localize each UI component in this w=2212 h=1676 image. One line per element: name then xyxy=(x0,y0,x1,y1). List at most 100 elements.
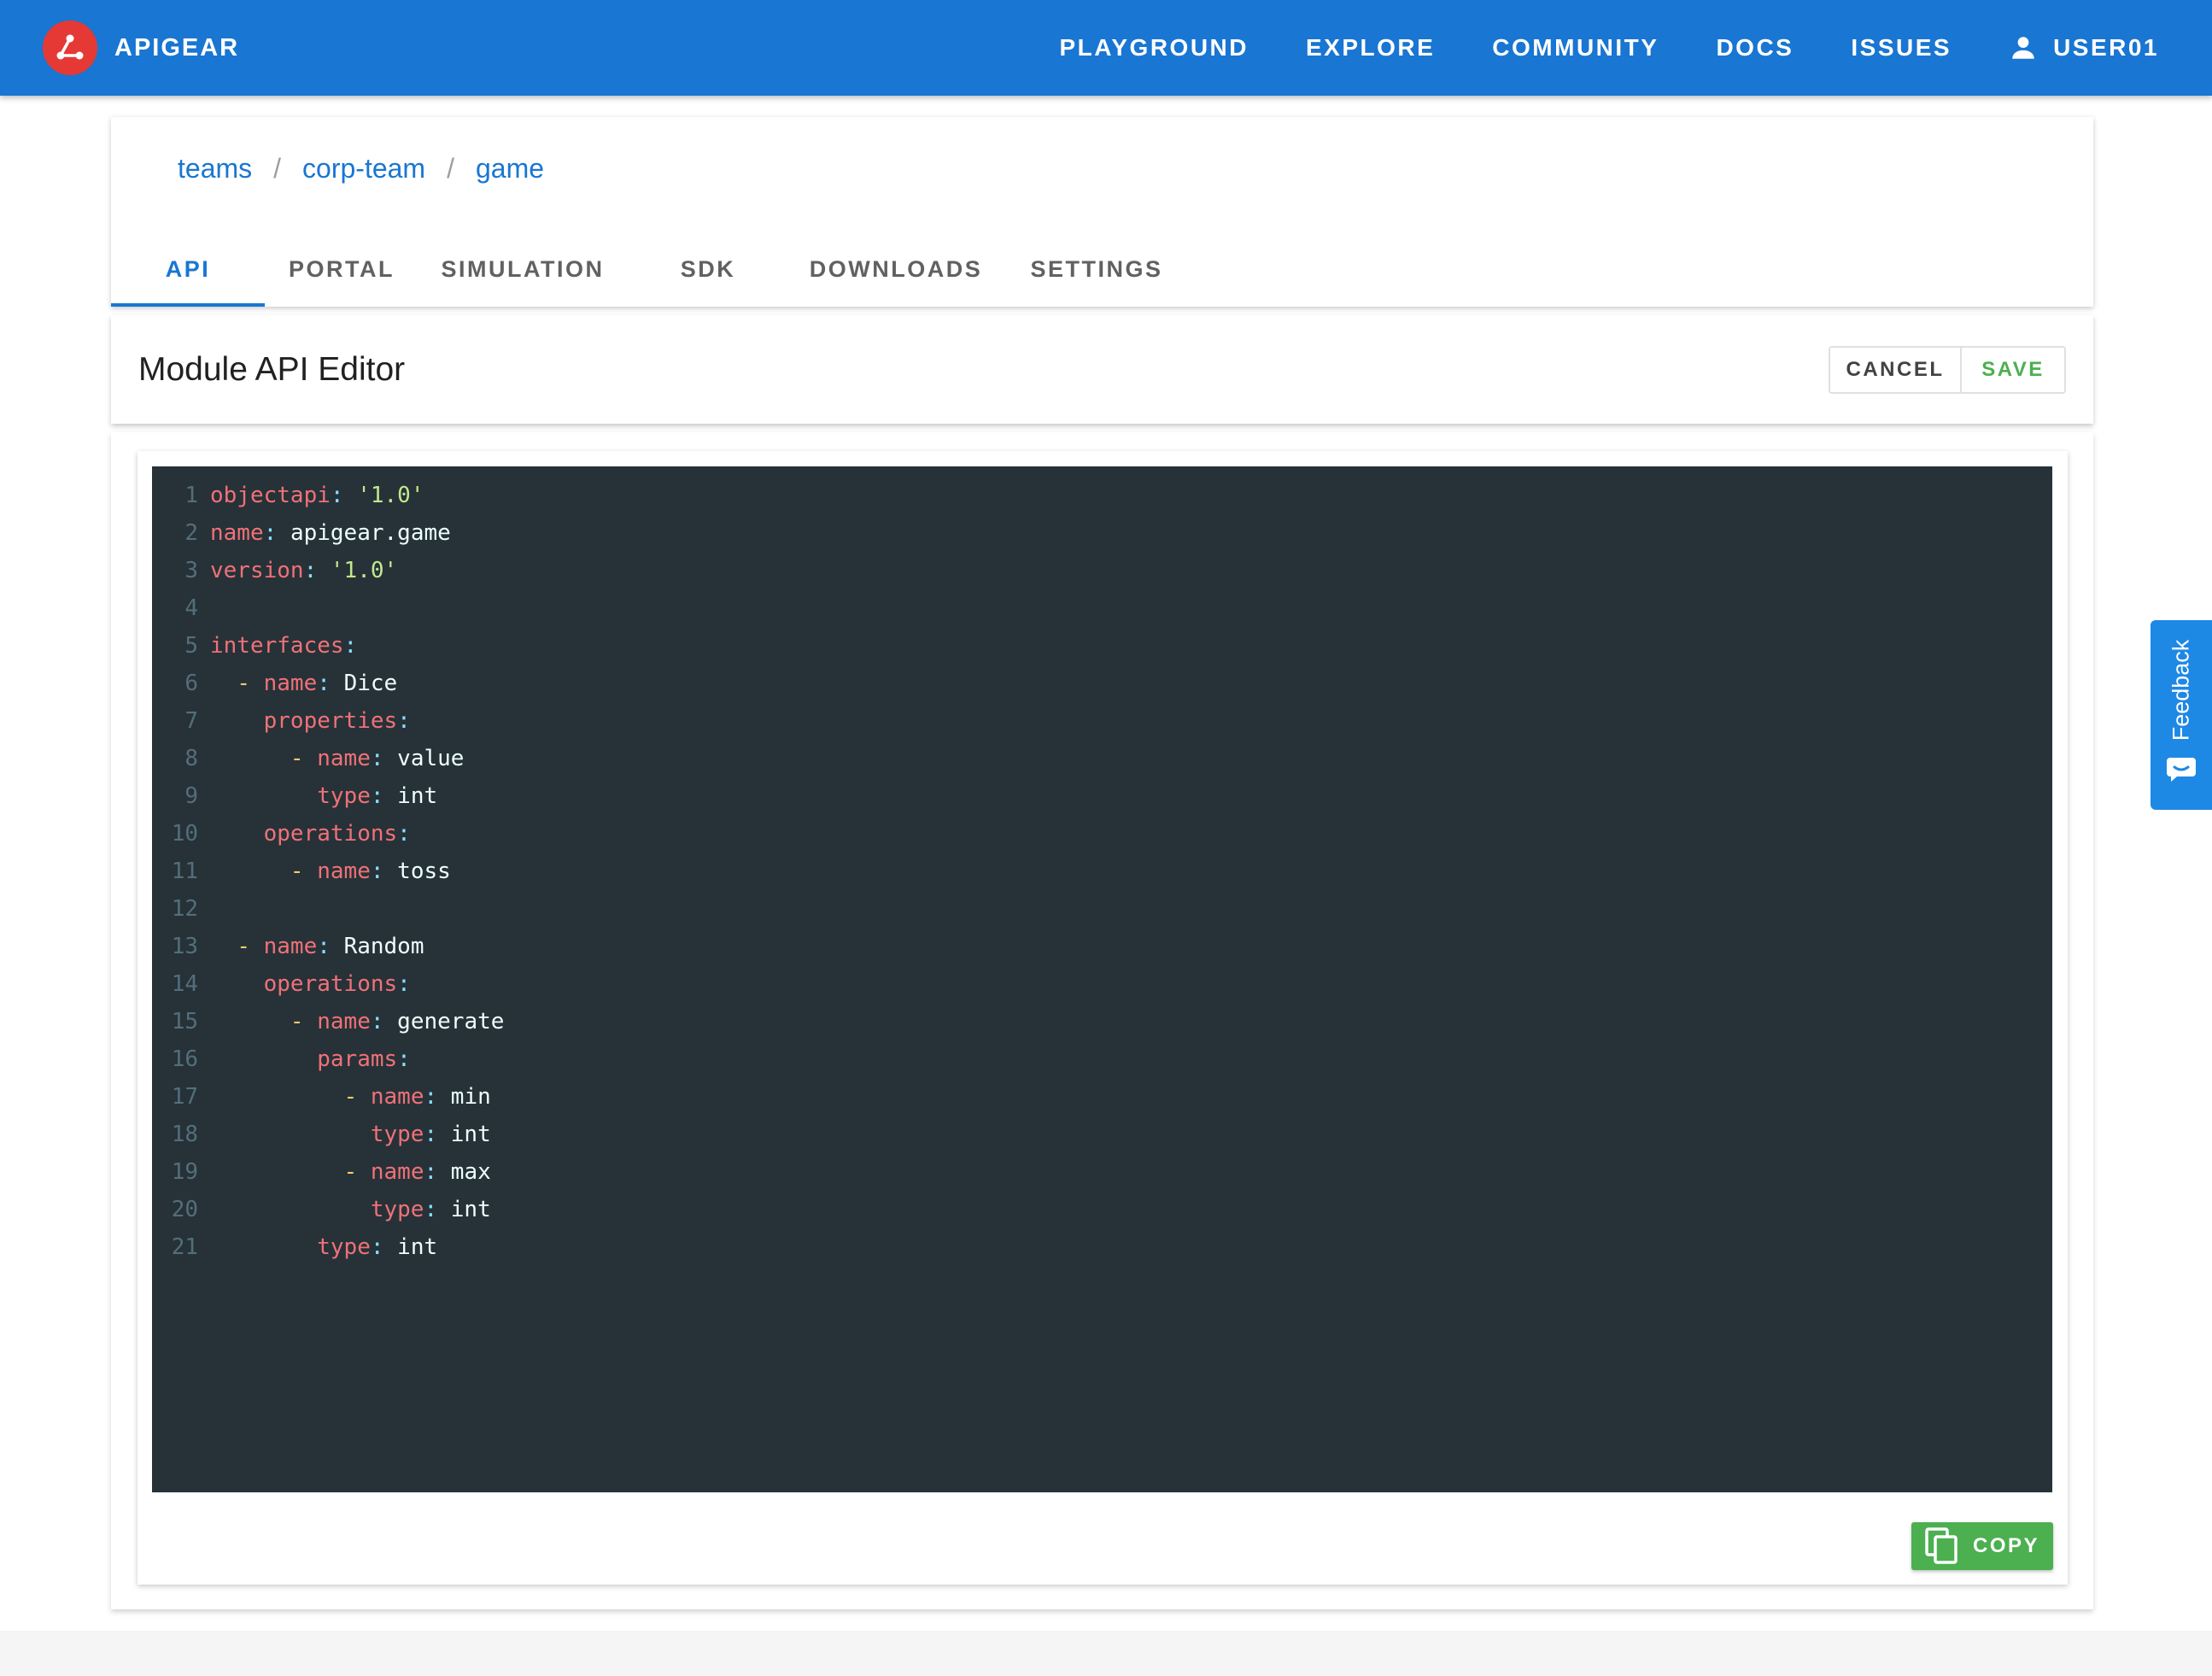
code-token: - xyxy=(343,1159,371,1185)
code-token: : xyxy=(330,483,358,508)
line-number: 12 xyxy=(171,896,198,922)
nav-explore[interactable]: EXPLORE xyxy=(1306,34,1435,62)
cancel-button[interactable]: CANCEL xyxy=(1830,348,1962,392)
editor-card: 1 objectapi: '1.0' 2 name: apigear.game 3 ver… xyxy=(138,451,2068,1585)
tab-api[interactable]: API xyxy=(111,232,265,307)
code-token: operations xyxy=(263,971,398,997)
code-line: 8 - name: value xyxy=(152,740,2052,777)
code-token: version xyxy=(210,558,304,583)
line-number: 13 xyxy=(171,934,198,959)
code-token: : xyxy=(317,671,344,696)
nav-docs[interactable]: DOCS xyxy=(1716,34,1794,62)
line-number: 15 xyxy=(171,1009,198,1034)
code-line: 13 - name: Random xyxy=(152,928,2052,965)
tab-downloads[interactable]: DOWNLOADS xyxy=(789,232,1003,307)
line-number: 8 xyxy=(184,746,198,771)
copy-button[interactable]: COPY xyxy=(1911,1522,2053,1570)
code-token: : xyxy=(397,821,411,847)
code-token: generate xyxy=(397,1009,505,1034)
code-token: interfaces xyxy=(210,633,344,659)
code-line: 16 params: xyxy=(152,1040,2052,1078)
code-line: 9 type: int xyxy=(152,777,2052,815)
feedback-tab[interactable]: Feedback xyxy=(2151,620,2212,810)
user-menu[interactable]: USER01 xyxy=(2009,33,2159,62)
code-token: int xyxy=(397,1234,438,1260)
code-text: operations: xyxy=(198,815,411,853)
save-button[interactable]: SAVE xyxy=(1962,348,2064,392)
tab-simulation[interactable]: SIMULATION xyxy=(418,232,627,307)
code-token: - xyxy=(290,746,318,771)
breadcrumb-separator: / xyxy=(273,153,282,184)
module-header-card: teams / corp-team / game API PORTAL SIMU… xyxy=(111,117,2093,307)
code-line: 7 properties: xyxy=(152,702,2052,740)
line-number: 18 xyxy=(171,1122,198,1147)
code-token: properties xyxy=(263,708,398,734)
app-bar: APIGEAR PLAYGROUND EXPLORE COMMUNITY DOC… xyxy=(0,0,2212,96)
code-line: 1 objectapi: '1.0' xyxy=(152,477,2052,514)
copy-label: COPY xyxy=(1972,1534,2039,1557)
nav-playground[interactable]: PLAYGROUND xyxy=(1059,34,1249,62)
code-line: 14 operations: xyxy=(152,965,2052,1003)
code-token: type xyxy=(317,783,371,809)
code-line: 20 type: int xyxy=(152,1191,2052,1228)
code-text: type: int xyxy=(198,777,437,815)
code-line: 2 name: apigear.game xyxy=(152,514,2052,552)
code-token: : xyxy=(263,520,290,546)
breadcrumb: teams / corp-team / game xyxy=(178,153,544,185)
code-line: 15 - name: generate xyxy=(152,1003,2052,1040)
brand[interactable]: APIGEAR xyxy=(43,15,239,81)
apigear-logo-icon xyxy=(43,21,97,75)
nav-issues[interactable]: ISSUES xyxy=(1851,34,1952,62)
code-token: : xyxy=(424,1122,451,1147)
code-line: 12 xyxy=(152,890,2052,928)
code-text: - name: min xyxy=(198,1078,491,1116)
breadcrumb-separator: / xyxy=(447,153,454,184)
code-token: Dice xyxy=(343,671,398,696)
code-token: : xyxy=(370,746,398,771)
line-number: 21 xyxy=(171,1234,198,1260)
tab-portal[interactable]: PORTAL xyxy=(265,232,418,307)
code-token: : xyxy=(343,633,358,659)
line-number: 1 xyxy=(184,483,198,508)
code-token: '1.0' xyxy=(357,483,424,508)
editor-actions: CANCEL SAVE xyxy=(1829,346,2066,394)
code-line: 11 - name: toss xyxy=(152,853,2052,890)
breadcrumb-teams[interactable]: teams xyxy=(178,153,252,185)
code-token: : xyxy=(370,1009,398,1034)
code-token: : xyxy=(370,783,398,809)
code-token: type xyxy=(370,1197,424,1222)
tab-sdk[interactable]: SDK xyxy=(627,232,789,307)
tab-settings[interactable]: SETTINGS xyxy=(1003,232,1191,307)
breadcrumb-module[interactable]: game xyxy=(476,153,544,185)
code-token: apigear.game xyxy=(290,520,451,546)
line-number: 17 xyxy=(171,1084,198,1110)
breadcrumb-team[interactable]: corp-team xyxy=(302,153,425,185)
code-line: 10 operations: xyxy=(152,815,2052,853)
code-editor[interactable]: 1 objectapi: '1.0' 2 name: apigear.game 3 ver… xyxy=(152,466,2052,1492)
line-number: 3 xyxy=(184,558,198,583)
line-number: 9 xyxy=(184,783,198,809)
code-token: : xyxy=(424,1159,451,1185)
nav-community[interactable]: COMMUNITY xyxy=(1492,34,1659,62)
code-text: objectapi: '1.0' xyxy=(198,477,424,514)
code-token: type xyxy=(317,1234,371,1260)
code-token: : xyxy=(370,1234,398,1260)
code-text: - name: generate xyxy=(198,1003,504,1040)
code-token: - xyxy=(237,934,264,959)
code-text: type: int xyxy=(198,1228,437,1266)
code-text: type: int xyxy=(198,1116,491,1153)
code-text: properties: xyxy=(198,702,411,740)
code-token: Random xyxy=(343,934,424,959)
